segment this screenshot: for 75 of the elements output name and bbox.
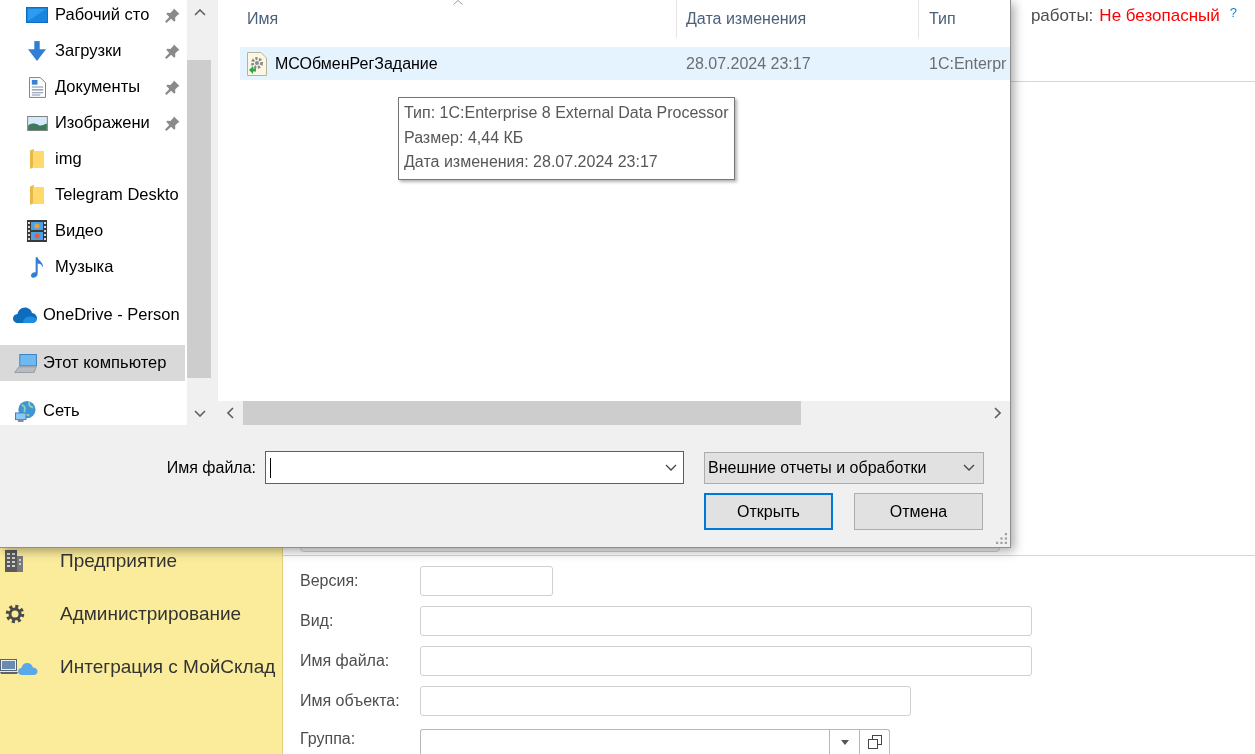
nav-item[interactable]: OneDrive - Person — [0, 297, 185, 333]
nav-item[interactable]: Видео — [0, 213, 185, 249]
dropdown-button[interactable] — [830, 729, 860, 754]
folder-icon — [30, 149, 44, 169]
column-header[interactable]: Имя — [240, 0, 677, 38]
caret-down-icon — [840, 739, 849, 745]
field-label: Группа: — [300, 729, 356, 747]
tooltip-line: Тип: 1C:Enterprise 8 External Data Processor — [404, 103, 729, 123]
open-button[interactable]: Открыть — [704, 493, 833, 530]
chevron-left-icon[interactable] — [227, 407, 234, 419]
nav-item[interactable]: img — [0, 141, 185, 177]
chevron-down-icon — [963, 464, 975, 471]
field-label: Имя объекта: — [300, 692, 400, 710]
nav-item[interactable]: Загрузки — [0, 33, 185, 69]
folder-icon — [30, 185, 44, 205]
sidebar-item[interactable]: Интеграция с МойСклад — [0, 655, 282, 679]
text-field[interactable] — [420, 686, 911, 716]
resize-grip-icon[interactable] — [996, 533, 1007, 544]
help-link[interactable]: ? — [1229, 5, 1237, 21]
document-gear-icon — [247, 51, 267, 76]
chevron-down-icon[interactable] — [193, 409, 206, 417]
nav-item[interactable]: Telegram Deskto — [0, 177, 185, 213]
field-label: Имя файла: — [300, 652, 390, 670]
field-label: Вид: — [300, 612, 334, 630]
open-window-icon — [867, 735, 882, 749]
file-row[interactable]: МСОбменРегЗадание 28.07.2024 23:17 1C:Enterpr — [240, 47, 1010, 80]
building-icon — [4, 550, 24, 572]
document-icon — [28, 76, 46, 98]
cancel-button[interactable]: Отмена — [854, 493, 983, 530]
text-cursor-icon — [270, 457, 271, 478]
chevron-down-icon[interactable] — [665, 464, 677, 471]
combo-field[interactable] — [420, 729, 830, 754]
pin-icon[interactable] — [165, 79, 180, 95]
column-header[interactable]: Тип — [919, 0, 1010, 38]
nav-item[interactable]: Изображени — [0, 105, 185, 141]
nav-item[interactable]: Сеть — [0, 393, 185, 425]
picture-icon — [26, 115, 48, 131]
pin-icon[interactable] — [165, 115, 180, 131]
pin-icon[interactable] — [165, 7, 180, 23]
screen-icon — [26, 7, 48, 23]
file-name-label: Имя файла: — [166, 457, 256, 478]
computer-icon — [13, 353, 37, 373]
nav-item[interactable]: Рабочий сто — [0, 0, 185, 33]
file-name: МСОбменРегЗадание — [275, 53, 438, 74]
film-icon — [27, 220, 47, 242]
scroll-thumb[interactable] — [187, 60, 211, 378]
sidebar-item[interactable]: Администрирование — [0, 602, 282, 626]
file-type-dropdown[interactable]: Внешние отчеты и обработки — [704, 451, 984, 484]
gear-icon — [5, 604, 25, 624]
field-label: Версия: — [300, 572, 359, 590]
chevron-right-icon[interactable] — [994, 407, 1001, 419]
file-date: 28.07.2024 23:17 — [686, 54, 811, 72]
file-type: 1C:Enterpr — [929, 54, 1007, 72]
status-value: Не безопасный — [1099, 5, 1220, 27]
tooltip-line: Размер: 4,44 КБ — [404, 127, 525, 148]
nav-item[interactable]: Этот компьютер — [0, 345, 185, 381]
down-arrow-icon — [28, 41, 46, 61]
pin-icon[interactable] — [165, 43, 180, 59]
tooltip-line: Дата изменения: 28.07.2024 23:17 — [404, 152, 659, 173]
chevron-up-icon[interactable] — [193, 8, 206, 16]
text-field[interactable] — [420, 646, 1032, 676]
scroll-thumb[interactable] — [243, 401, 801, 425]
music-note-icon — [30, 256, 44, 278]
network-icon — [14, 400, 36, 422]
open-button[interactable] — [860, 729, 890, 754]
laptop-cloud-icon — [0, 657, 38, 677]
column-header[interactable]: Дата изменения — [677, 0, 919, 38]
file-name-field[interactable] — [265, 451, 684, 484]
text-field[interactable] — [420, 566, 553, 596]
status-label: работы: — [1030, 5, 1094, 27]
nav-item[interactable]: Музыка — [0, 249, 185, 285]
nav-item[interactable]: Документы — [0, 69, 185, 105]
sidebar-item[interactable]: Предприятие — [0, 549, 282, 573]
cloud-icon — [13, 307, 37, 323]
text-field[interactable] — [420, 606, 1032, 636]
